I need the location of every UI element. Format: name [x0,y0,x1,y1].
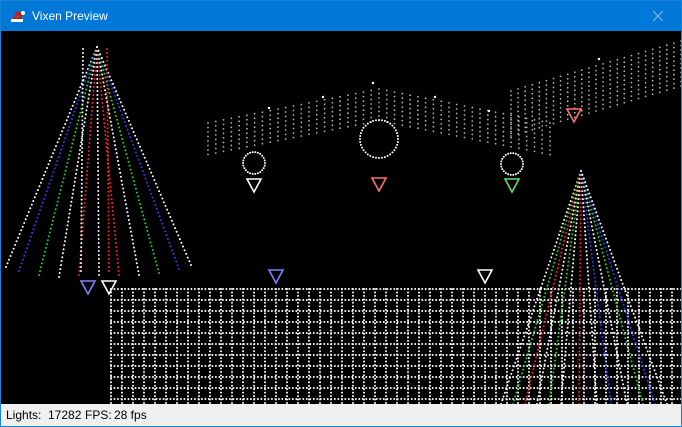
element-marker-icon[interactable] [79,280,97,296]
arch-mesh [207,81,551,156]
fps-value: 28 fps [114,408,147,422]
vixen-preview-window: Vixen Preview Lights: 17282 FPS: 28 fps [0,0,682,427]
preview-canvas[interactable] [1,31,681,404]
wreath-rings [242,119,524,176]
matrix-grid [110,288,681,404]
close-icon [653,11,663,21]
light-display-layout [5,40,681,404]
element-marker-icon[interactable] [503,178,521,194]
roof-mesh [510,40,681,137]
vixen-santa-hat-icon [11,11,25,22]
element-marker-icon[interactable] [245,178,263,194]
element-marker-icon[interactable] [100,280,118,296]
element-marker-icon[interactable] [565,108,583,124]
window-title: Vixen Preview [32,9,108,23]
status-bar: Lights: 17282 FPS: 28 fps [1,404,681,426]
lights-count: 17282 [48,408,82,422]
element-marker-icon[interactable] [267,269,285,285]
title-bar[interactable]: Vixen Preview [1,1,681,31]
element-markers [79,108,583,296]
close-button[interactable] [635,1,681,31]
mega-tree-left [5,46,192,278]
fps-label: FPS: [85,408,112,422]
element-marker-icon[interactable] [370,177,388,193]
lights-label: Lights: [6,408,42,422]
element-marker-icon[interactable] [476,269,494,285]
